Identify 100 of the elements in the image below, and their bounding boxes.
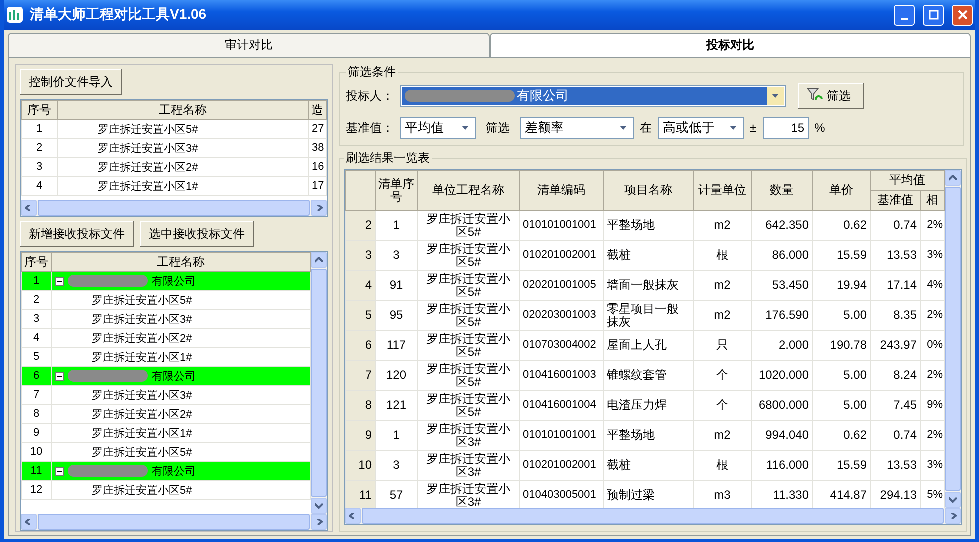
table-cell: 11 — [22, 462, 52, 480]
column-header: 序号 — [22, 252, 52, 272]
table-cell: m2 — [694, 210, 752, 240]
scroll-left-button[interactable] — [21, 200, 37, 216]
scroll-down-button[interactable] — [945, 492, 961, 508]
column-header: 数量 — [752, 170, 812, 210]
tree-row[interactable]: 有限公司 — [52, 272, 310, 290]
table-cell: 2 — [22, 138, 58, 158]
bidder-dropdown[interactable]: 有限公司 — [400, 85, 786, 107]
table-cell: 19.94 — [812, 270, 870, 300]
scroll-left-button[interactable] — [21, 514, 37, 530]
caret-icon — [772, 94, 779, 98]
minimize-icon — [901, 18, 908, 20]
table-cell: 个 — [694, 390, 752, 420]
tree-row[interactable]: 罗庄拆迁安置小区5# — [52, 442, 310, 462]
table-cell: 91 — [376, 270, 418, 300]
tree-row[interactable]: 有限公司 — [52, 366, 310, 386]
tab[interactable]: 审计对比 — [8, 33, 490, 57]
row-header: 2 — [346, 210, 376, 240]
table-cell: 锥螺纹套管 — [604, 360, 694, 390]
tree-row[interactable]: 罗庄拆迁安置小区3# — [52, 310, 310, 328]
table-cell: m2 — [694, 300, 752, 330]
tree-row[interactable]: 罗庄拆迁安置小区2# — [52, 328, 310, 348]
caret-icon — [620, 126, 627, 130]
table-cell: 罗庄拆迁安置小区5# — [418, 330, 520, 360]
scroll-up-button[interactable] — [311, 252, 327, 268]
table-cell: 57 — [376, 480, 418, 508]
caret-icon — [730, 126, 737, 130]
tree-row[interactable]: 罗庄拆迁安置小区5# — [52, 480, 310, 500]
table-cell: 罗庄拆迁安置小区1# — [58, 176, 308, 196]
table-cell: 010201002001 — [520, 240, 604, 270]
column-header: 造 — [308, 100, 326, 120]
table-cell: 罗庄拆迁安置小区3# — [418, 480, 520, 508]
tree-row[interactable]: 罗庄拆迁安置小区1# — [52, 424, 310, 442]
table-cell: 010101001001 — [520, 210, 604, 240]
column-header: 计量单位 — [694, 170, 752, 210]
table-cell: 1 — [22, 272, 52, 290]
column-header: 单位工程名称 — [418, 170, 520, 210]
table-cell: 190.78 — [812, 330, 870, 360]
scroll-up-button[interactable] — [945, 170, 961, 186]
table-cell: 2% — [920, 360, 944, 390]
table-cell: 5.00 — [812, 360, 870, 390]
row-header: 11 — [346, 480, 376, 508]
minimize-button[interactable] — [894, 4, 915, 26]
field-label: 在 — [640, 120, 652, 136]
table-cell: 17.14 — [870, 270, 920, 300]
tab[interactable]: 投标对比 — [490, 33, 971, 57]
collapse-icon[interactable] — [55, 276, 64, 286]
base-dropdown[interactable]: 平均值 — [400, 117, 476, 139]
table-cell: 2 — [22, 290, 52, 310]
close-button[interactable] — [952, 4, 973, 26]
bid-file-button[interactable]: 选中接收投标文件 — [140, 221, 254, 247]
percent-input[interactable]: 15 — [762, 117, 809, 139]
table-cell: 罗庄拆迁安置小区5# — [418, 300, 520, 330]
table-cell: 1 — [22, 120, 58, 138]
table-cell: 0.62 — [812, 420, 870, 450]
row-header: 7 — [346, 360, 376, 390]
filter-button[interactable]: 筛选 — [798, 83, 864, 109]
row-header: 3 — [346, 240, 376, 270]
table-cell: 3% — [920, 240, 944, 270]
table-cell: 4 — [22, 176, 58, 196]
scroll-left-button[interactable] — [345, 508, 361, 524]
table-cell: 9 — [22, 424, 52, 442]
column-header: 清单编码 — [520, 170, 604, 210]
table-cell: 8.35 — [870, 300, 920, 330]
maximize-button[interactable] — [923, 4, 944, 26]
table-cell: 86.000 — [752, 240, 812, 270]
table-cell: 3% — [920, 450, 944, 480]
column-header: 工程名称 — [52, 252, 310, 272]
scroll-right-button[interactable] — [945, 508, 961, 524]
column-header: 平均值 — [870, 170, 944, 190]
table-cell: 9% — [920, 390, 944, 420]
bid-file-button[interactable]: 新增接收投标文件 — [20, 221, 134, 247]
collapse-icon[interactable] — [55, 466, 64, 476]
table-cell: 12 — [22, 480, 52, 500]
table-cell: 2.000 — [752, 330, 812, 360]
table-cell: 0.62 — [812, 210, 870, 240]
tree-row[interactable]: 罗庄拆迁安置小区1# — [52, 348, 310, 366]
row-header: 9 — [346, 420, 376, 450]
tree-row[interactable]: 罗庄拆迁安置小区5# — [52, 290, 310, 310]
table-cell: 4% — [920, 270, 944, 300]
maximize-icon — [928, 10, 938, 20]
table-cell: m2 — [694, 270, 752, 300]
scroll-right-button[interactable] — [311, 514, 327, 530]
collapse-icon[interactable] — [55, 372, 64, 380]
scroll-down-button[interactable] — [311, 498, 327, 514]
table-cell: 010201002001 — [520, 450, 604, 480]
scroll-right-button[interactable] — [311, 200, 327, 216]
filter-dropdown[interactable]: 差额率 — [520, 117, 634, 139]
row-header: 8 — [346, 390, 376, 420]
import-button[interactable]: 控制价文件导入 — [20, 69, 122, 95]
app-logo-icon — [6, 6, 24, 24]
table-cell: 罗庄拆迁安置小区5# — [418, 210, 520, 240]
direction-dropdown[interactable]: 高或低于 — [658, 117, 744, 139]
tree-row[interactable]: 有限公司 — [52, 462, 310, 480]
table-cell: 3 — [22, 158, 58, 176]
window-title: 清单大师工程对比工具V1.06 — [30, 6, 208, 24]
table-cell: 8.24 — [870, 360, 920, 390]
tree-row[interactable]: 罗庄拆迁安置小区2# — [52, 404, 310, 424]
tree-row[interactable]: 罗庄拆迁安置小区3# — [52, 386, 310, 404]
